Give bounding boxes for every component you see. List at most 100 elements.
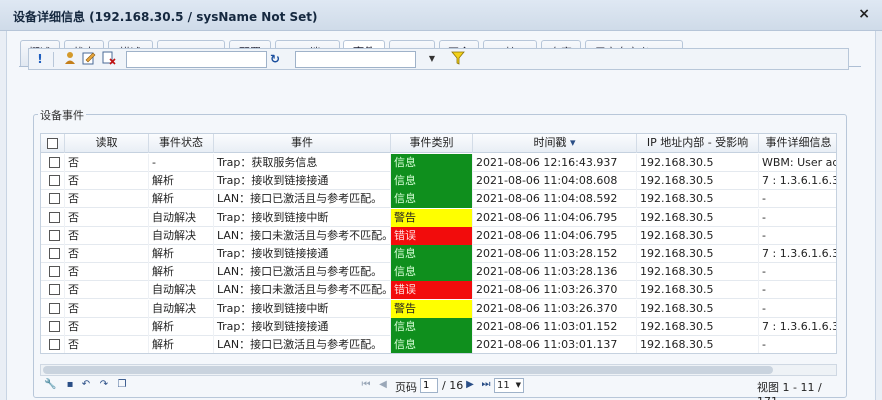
- cell-event: Trap：接收到链接中断: [214, 208, 391, 227]
- row-checkbox[interactable]: [49, 193, 60, 205]
- cell-event-category: 信息: [391, 190, 473, 209]
- row-checkbox[interactable]: [49, 339, 60, 350]
- info-icon[interactable]: !: [32, 51, 48, 67]
- header-read[interactable]: 读取: [65, 134, 149, 153]
- table-row[interactable]: 否解析 LAN：接口已激活且与参考匹配。 信息 2021-08-06 11:03:28…: [41, 263, 836, 282]
- cell-ip-address: 192.168.30.5: [637, 336, 759, 353]
- cell-read: 否: [65, 245, 149, 263]
- cell-event-detail: -: [759, 281, 836, 299]
- cell-ip-address: 192.168.30.5: [637, 226, 759, 245]
- cell-event-category: 信息: [391, 172, 473, 191]
- scrollbar-thumb[interactable]: [43, 366, 773, 374]
- row-checkbox-cell: [41, 172, 65, 191]
- select-all-checkbox[interactable]: [47, 138, 58, 149]
- cell-timestamp: 2021-08-06 11:04:06.795: [473, 208, 637, 227]
- row-checkbox-cell: [41, 245, 65, 263]
- copy-icon[interactable]: ❐: [116, 379, 128, 390]
- cell-timestamp: 2021-08-06 11:04:08.608: [473, 172, 637, 191]
- cell-read: 否: [65, 208, 149, 227]
- table-row[interactable]: 否自动解决 LAN：接口未激活且与参考不匹配。 错误 2021-08-06 11:03…: [41, 281, 836, 300]
- table-row[interactable]: 否解析 Trap：接收到链接接通 信息 2021-08-06 11:04:08.608…: [41, 172, 836, 191]
- table-row[interactable]: 否自动解决 LAN：接口未激活且与参考不匹配。 错误 2021-08-06 11:04…: [41, 226, 836, 245]
- cell-event-detail: 7 : 1.3.6.1.6.3.1: [759, 172, 836, 190]
- save-icon[interactable]: ▪: [64, 379, 76, 390]
- row-checkbox-cell: [41, 226, 65, 245]
- page-number-input[interactable]: [420, 378, 438, 393]
- header-ip-address[interactable]: IP 地址内部 - 受影响: [637, 134, 759, 153]
- close-icon[interactable]: ×: [858, 6, 870, 22]
- title-bar: 设备详细信息 (192.168.30.5 / sysName Not Set) …: [0, 0, 882, 31]
- cell-timestamp: 2021-08-06 11:04:06.795: [473, 226, 637, 245]
- row-checkbox-cell: [41, 299, 65, 318]
- row-checkbox[interactable]: [49, 175, 60, 187]
- table-row[interactable]: 否自动解决 Trap：接收到链接中断 警告 2021-08-06 11:03:26.3…: [41, 299, 836, 318]
- cell-event-category: 信息: [391, 154, 473, 172]
- row-checkbox[interactable]: [49, 211, 60, 223]
- chevron-down-icon: ▼: [515, 381, 521, 389]
- cell-event-category: 错误: [391, 281, 473, 300]
- row-checkbox-cell: [41, 208, 65, 227]
- row-checkbox[interactable]: [49, 248, 60, 259]
- cell-event-status: 自动解决: [149, 226, 214, 245]
- cell-read: 否: [65, 317, 149, 336]
- cell-event-status: 解析: [149, 317, 214, 336]
- delete-icon[interactable]: [101, 51, 117, 67]
- row-checkbox[interactable]: [49, 320, 60, 332]
- row-checkbox[interactable]: [49, 302, 60, 314]
- cell-ip-address: 192.168.30.5: [637, 245, 759, 263]
- cell-ip-address: 192.168.30.5: [637, 172, 759, 191]
- cell-event-detail: -: [759, 190, 836, 208]
- page-size-select[interactable]: 11 ▼: [494, 378, 524, 393]
- undo-icon[interactable]: ↶: [80, 379, 92, 390]
- row-checkbox[interactable]: [49, 157, 60, 168]
- header-event[interactable]: 事件: [214, 134, 391, 153]
- first-page-icon[interactable]: ⏮: [360, 379, 372, 390]
- table-row[interactable]: 否解析 Trap：接收到链接接通 信息 2021-08-06 11:03:01.152…: [41, 317, 836, 336]
- cell-event-category: 信息: [391, 317, 473, 336]
- header-event-detail[interactable]: 事件详细信息: [759, 134, 836, 153]
- page-size-value: 11: [497, 380, 510, 391]
- table-row[interactable]: 否解析 Trap：接收到链接接通 信息 2021-08-06 11:03:28.152…: [41, 245, 836, 263]
- header-event-category[interactable]: 事件类别: [391, 134, 473, 153]
- table-row[interactable]: 否解析 LAN：接口已激活且与参考匹配。 信息 2021-08-06 11:04:08…: [41, 190, 836, 209]
- cell-timestamp: 2021-08-06 11:03:26.370: [473, 299, 637, 318]
- search-input[interactable]: [126, 51, 267, 68]
- device-events-legend: 设备事件: [38, 107, 86, 123]
- row-checkbox[interactable]: [49, 266, 60, 278]
- header-select-all[interactable]: [41, 134, 65, 153]
- redo-icon[interactable]: ↷: [98, 379, 110, 390]
- cell-ip-address: 192.168.30.5: [637, 190, 759, 209]
- header-event-status[interactable]: 事件状态: [149, 134, 214, 153]
- wrench-icon[interactable]: 🔧: [44, 379, 56, 390]
- row-checkbox-cell: [41, 336, 65, 353]
- table-header: 读取 事件状态 事件 事件类别 时间戳 ▾ IP 地址内部 - 受影响 事件详细…: [41, 134, 836, 153]
- prev-page-icon[interactable]: ◀: [377, 379, 389, 390]
- last-page-icon[interactable]: ⏭: [480, 379, 492, 390]
- cell-event-category: 信息: [391, 263, 473, 282]
- cell-ip-address: 192.168.30.5: [637, 317, 759, 336]
- cell-event-status: 解析: [149, 263, 214, 282]
- cell-timestamp: 2021-08-06 11:03:01.137: [473, 336, 637, 353]
- table-row[interactable]: 否 - Trap：获取服务信息 信息 2021-08-06 12:16:43.937 19…: [41, 154, 836, 172]
- row-checkbox[interactable]: [49, 229, 60, 241]
- cell-event-status: 解析: [149, 172, 214, 191]
- cell-read: 否: [65, 154, 149, 172]
- table-row[interactable]: 否解析 LAN：接口已激活且与参考匹配。 信息 2021-08-06 11:03:01…: [41, 336, 836, 353]
- refresh-icon[interactable]: ↻: [267, 51, 283, 67]
- cell-event: Trap：接收到链接中断: [214, 299, 391, 318]
- edit-icon[interactable]: [81, 51, 97, 67]
- user-icon[interactable]: [62, 51, 78, 67]
- chevron-down-icon[interactable]: ▼: [424, 51, 440, 67]
- row-checkbox-cell: [41, 154, 65, 172]
- row-checkbox[interactable]: [49, 284, 60, 296]
- cell-read: 否: [65, 226, 149, 245]
- header-timestamp[interactable]: 时间戳 ▾: [473, 134, 637, 153]
- pager: 🔧 ▪ ↶ ↷ ❐ ⏮ ◀ 页码 / 16 ▶ ⏭ 11 ▼ 视图 1 - 11…: [40, 376, 837, 400]
- filter-icon[interactable]: [450, 51, 466, 67]
- horizontal-scrollbar[interactable]: [40, 364, 837, 376]
- cell-event-detail: -: [759, 263, 836, 281]
- next-page-icon[interactable]: ▶: [464, 379, 476, 390]
- header-timestamp-label: 时间戳: [533, 136, 567, 149]
- filter-input[interactable]: [295, 51, 416, 68]
- table-row[interactable]: 否自动解决 Trap：接收到链接中断 警告 2021-08-06 11:04:06.7…: [41, 208, 836, 227]
